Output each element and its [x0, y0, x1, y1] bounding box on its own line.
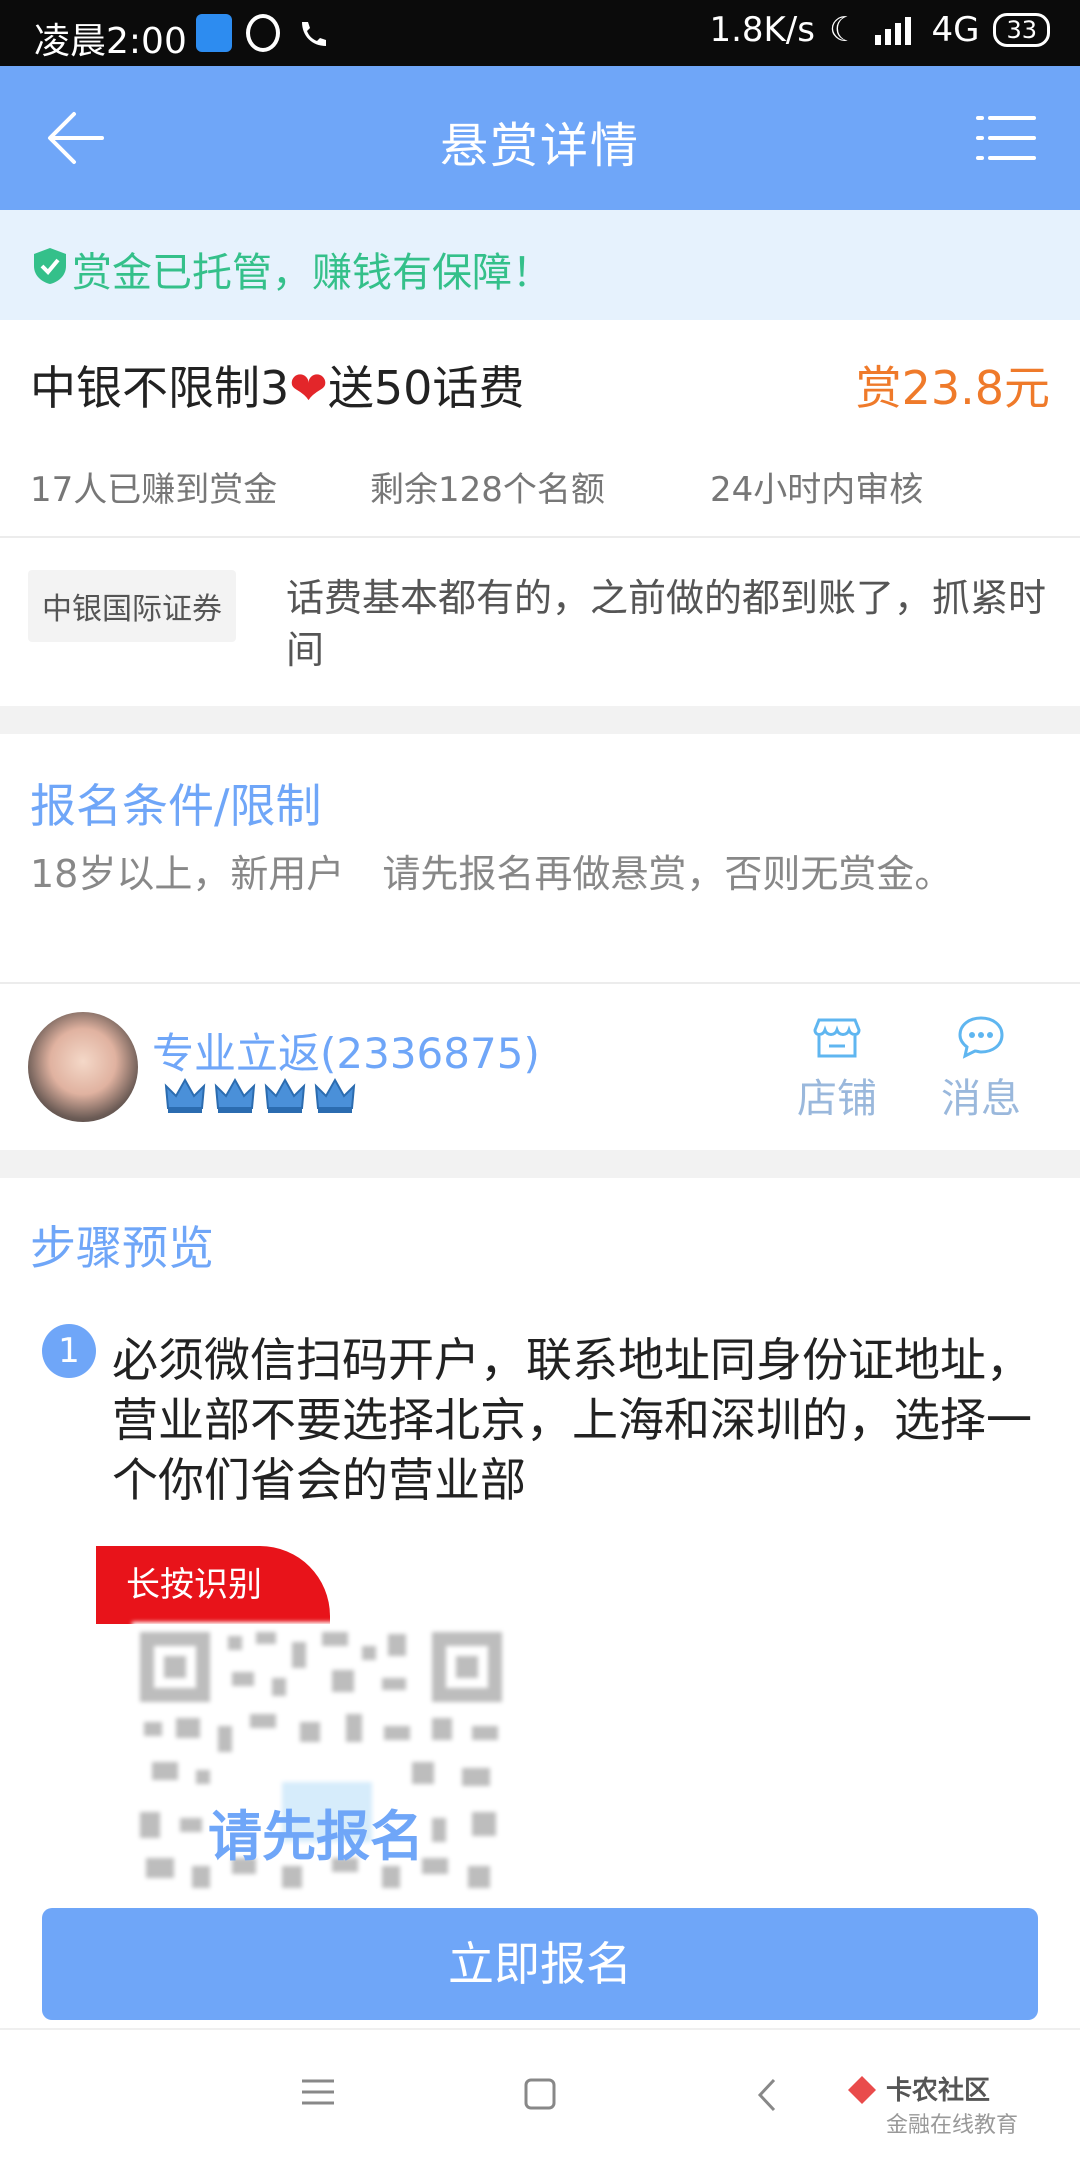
section-gap	[0, 1150, 1080, 1178]
safety-notice-text: 赏金已托管，赚钱有保障！	[72, 250, 552, 296]
watermark-title: 卡农社区	[885, 2076, 990, 2106]
step-number-badge: 1	[42, 1324, 96, 1378]
page-title: 悬赏详情	[439, 118, 640, 174]
shop-icon	[813, 1018, 861, 1058]
divider	[0, 536, 1080, 538]
battery-icon: 33	[993, 13, 1050, 47]
crown-icon	[214, 1077, 256, 1113]
reward-amount: 赏23.8元	[855, 361, 1050, 415]
watermark-logo-icon	[847, 2076, 876, 2104]
section-gap	[0, 706, 1080, 734]
step-text: 必须微信扫码开户，联系地址同身份证地址，营业部不要选择北京，上海和深圳的，选择一…	[112, 1333, 1032, 1507]
status-right: 1.8K/s ☾ 4G 33	[709, 10, 1050, 50]
divider	[0, 982, 1080, 984]
crown-rating	[164, 1076, 356, 1114]
moon-icon: ☾	[828, 10, 860, 50]
stat-earned: 17人已赚到赏金	[30, 470, 278, 510]
conditions-text: 18岁以上，新用户 请先报名再做悬赏，否则无赏金。	[30, 852, 953, 896]
category-tag: 中银国际证券	[28, 570, 236, 642]
stat-remaining: 剩余128个名额	[370, 470, 605, 510]
shield-icon	[34, 248, 66, 284]
net-speed: 1.8K/s	[709, 10, 815, 50]
missed-call-icon	[302, 22, 326, 46]
watermark: 卡农社区 金融在线教育	[847, 2070, 1018, 2139]
status-bar: 凌晨2:00 1.8K/s ☾ 4G 33	[0, 0, 1080, 66]
stat-review: 24小时内审核	[710, 470, 924, 510]
shop-label: 店铺	[797, 1076, 877, 1122]
task-title-text: 中银不限制3	[30, 361, 290, 415]
message-icon	[958, 1016, 1004, 1059]
shop-button[interactable]: 店铺	[782, 1014, 892, 1124]
task-description: 话费基本都有的，之前做的都到账了，抓紧时间	[286, 576, 1047, 672]
notification-app-icon	[196, 14, 232, 52]
system-nav-bar: 卡农社区 金融在线教育	[0, 2028, 1080, 2160]
qr-signup-overlay: 请先报名	[208, 1805, 424, 1868]
avatar[interactable]	[28, 1012, 138, 1122]
steps-title: 步骤预览	[30, 1221, 214, 1275]
task-title: 中银不限制3❤送50话费	[30, 352, 524, 418]
crown-icon	[264, 1077, 306, 1113]
long-press-badge: 长按识别	[96, 1546, 330, 1624]
home-nav-icon[interactable]	[524, 2078, 556, 2110]
network-type: 4G	[931, 10, 980, 50]
weibo-icon	[246, 14, 280, 52]
publisher-name[interactable]: 专业立返(2336875)	[152, 1020, 540, 1081]
back-nav-icon[interactable]	[756, 2078, 778, 2112]
conditions-title: 报名条件/限制	[30, 779, 322, 833]
signup-button[interactable]: 立即报名	[42, 1908, 1038, 2020]
message-button[interactable]: 消息	[926, 1014, 1036, 1124]
crown-icon	[164, 1077, 206, 1113]
heart-icon: ❤	[289, 361, 328, 415]
safety-notice-banner: 赏金已托管，赚钱有保障！	[0, 210, 1080, 320]
signal-icon	[875, 17, 912, 45]
app-header: 悬赏详情	[0, 66, 1080, 210]
task-title-text-2: 送50话费	[327, 361, 525, 415]
status-time: 凌晨2:00	[34, 21, 187, 62]
watermark-subtitle: 金融在线教育	[885, 2113, 1018, 2138]
message-label: 消息	[941, 1076, 1021, 1122]
menu-nav-icon[interactable]	[302, 2078, 334, 2106]
crown-icon	[314, 1077, 356, 1113]
menu-icon[interactable]	[976, 114, 1036, 162]
